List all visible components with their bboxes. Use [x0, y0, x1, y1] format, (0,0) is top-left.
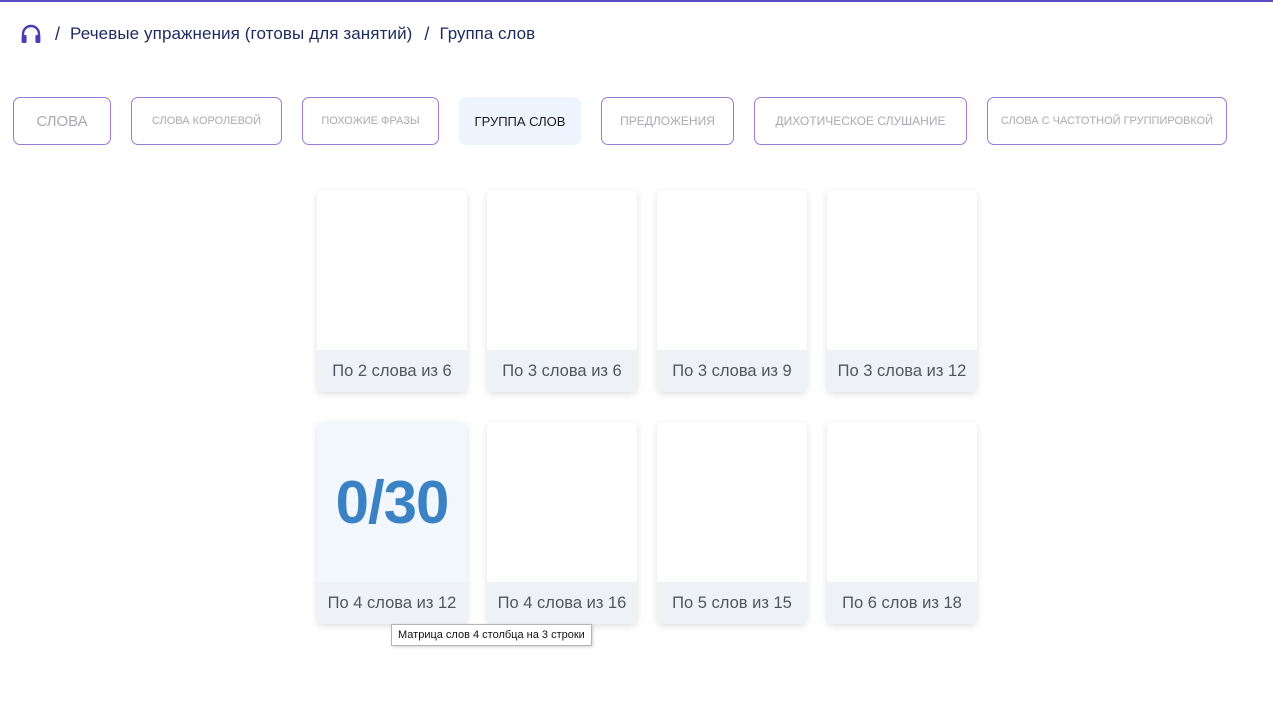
breadcrumb-separator: / [424, 23, 430, 44]
exercise-card-hovered[interactable]: 0/30 По 4 слова из 12 [317, 422, 467, 624]
exercise-card[interactable]: По 5 слов из 15 [657, 422, 807, 624]
card-label: По 5 слов из 15 [657, 582, 807, 624]
card-preview [487, 190, 637, 350]
exercise-card[interactable]: По 3 слова из 9 [657, 190, 807, 392]
card-label: По 6 слов из 18 [827, 582, 977, 624]
exercise-tabs: Слова Слова королевой Похожие фразы Груп… [0, 97, 1273, 145]
card-preview [657, 422, 807, 582]
exercise-card[interactable]: По 6 слов из 18 [827, 422, 977, 624]
breadcrumb: / Речевые упражнения (готовы для занятий… [19, 22, 535, 46]
tab-word-group[interactable]: Группа слов [459, 97, 581, 145]
tab-label: Слова [36, 112, 88, 130]
headphones-icon[interactable] [19, 23, 43, 45]
card-preview [827, 190, 977, 350]
tab-label: Группа слов [474, 113, 566, 129]
tab-label: Слова королевой [151, 115, 262, 127]
exercise-card[interactable]: По 2 слова из 6 [317, 190, 467, 392]
card-label: По 3 слова из 6 [487, 350, 637, 392]
breadcrumb-current-page: Группа слов [439, 24, 536, 43]
tab-frequency-grouped-words[interactable]: Слова с частотной группировкой [987, 97, 1227, 145]
top-accent-border [0, 0, 1273, 2]
tab-words-by-queen[interactable]: Слова королевой [131, 97, 282, 145]
exercise-card[interactable]: По 3 слова из 6 [487, 190, 637, 392]
card-preview [827, 422, 977, 582]
card-label: По 4 слова из 16 [487, 582, 637, 624]
card-preview: 0/30 [317, 422, 467, 582]
tab-label: Похожие фразы [321, 115, 420, 127]
card-label: По 2 слова из 6 [317, 350, 467, 392]
card-score: 0/30 [335, 468, 450, 536]
tab-similar-phrases[interactable]: Похожие фразы [302, 97, 439, 145]
exercise-card[interactable]: По 3 слова из 12 [827, 190, 977, 392]
card-label: По 3 слова из 12 [827, 350, 977, 392]
card-preview [317, 190, 467, 350]
breadcrumb-separator: / [55, 23, 61, 44]
tab-words[interactable]: Слова [13, 97, 111, 145]
breadcrumb-section-link[interactable]: Речевые упражнения (готовы для занятий) [70, 24, 412, 44]
card-tooltip: Матрица слов 4 столбца на 3 строки [391, 624, 592, 646]
card-label: По 4 слова из 12 [317, 582, 467, 624]
card-preview [487, 422, 637, 582]
tab-label: Слова с частотной группировкой [1000, 115, 1214, 127]
tab-dichotic-listening[interactable]: Дихотическое слушание [754, 97, 967, 145]
tab-sentences[interactable]: Предложения [601, 97, 734, 145]
tab-label: Предложения [620, 114, 715, 128]
tab-label: Дихотическое слушание [775, 114, 946, 128]
card-label: По 3 слова из 9 [657, 350, 807, 392]
card-preview [657, 190, 807, 350]
exercise-card[interactable]: По 4 слова из 16 [487, 422, 637, 624]
